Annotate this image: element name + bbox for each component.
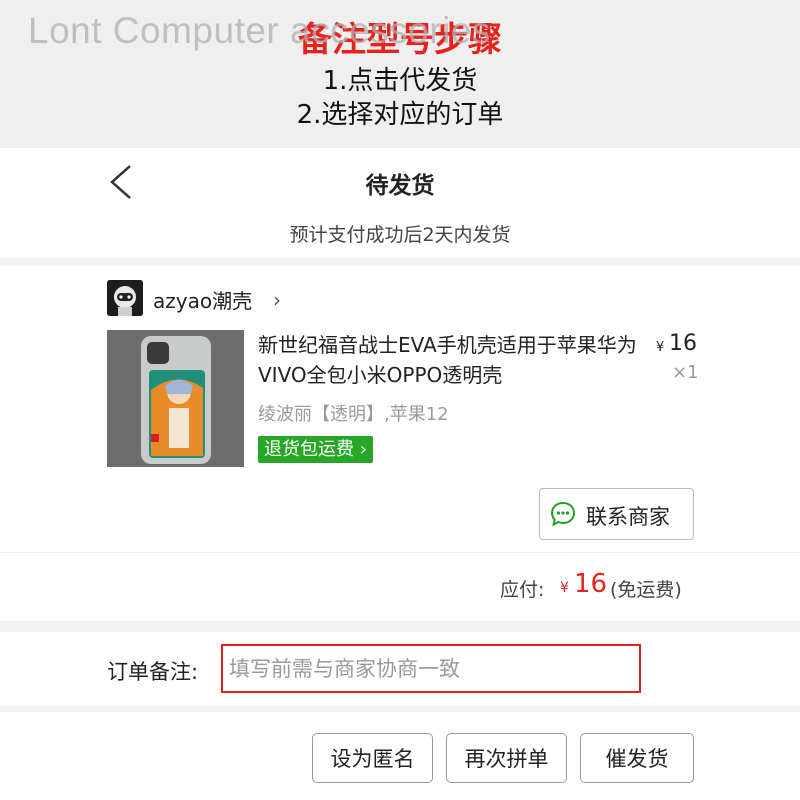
set-anonymous-button[interactable]: 设为匿名 [312, 733, 433, 783]
product-title[interactable]: 新世纪福音战士EVA手机壳适用于苹果华为VIVO全包小米OPPO透明壳 [258, 330, 643, 390]
shipping-note: (免运费) [610, 579, 682, 601]
quantity: ×1 [672, 362, 699, 383]
contact-seller-label[interactable]: 联系商家 [586, 501, 670, 531]
chat-bubble-icon [550, 501, 576, 527]
product-thumbnail[interactable] [107, 330, 244, 467]
unit-price: 16 [669, 331, 697, 356]
payment-label: 应付: [500, 579, 545, 601]
return-badge-label: 退货包运费 [264, 439, 354, 460]
payment-amount: 16 [574, 569, 608, 599]
chevron-right-icon: › [359, 439, 367, 460]
remark-label: 订单备注: [107, 660, 199, 684]
shop-avatar[interactable] [107, 280, 143, 316]
watermark: Lont Computer accessories [28, 10, 491, 51]
regroup-order-button[interactable]: 再次拼单 [446, 733, 567, 783]
delivery-estimate: 预计支付成功后2天内发货 [289, 224, 511, 246]
banner-step-2: 2.选择对应的订单 [296, 100, 504, 130]
urge-shipment-button[interactable]: 催发货 [580, 733, 694, 783]
chevron-right-icon[interactable]: › [273, 288, 281, 312]
price-currency: ¥ [656, 340, 665, 355]
payment-currency: ¥ [560, 580, 569, 596]
page-title: 待发货 [365, 173, 435, 199]
astronaut-icon [107, 280, 143, 316]
return-shipping-badge[interactable]: 退货包运费 › [258, 436, 373, 463]
banner-step-1: 1.点击代发货 [322, 66, 478, 96]
order-remark-input[interactable] [221, 644, 641, 693]
product-spec: 绫波丽【透明】,苹果12 [258, 404, 449, 425]
shop-name[interactable]: azyao潮壳 [153, 285, 252, 314]
